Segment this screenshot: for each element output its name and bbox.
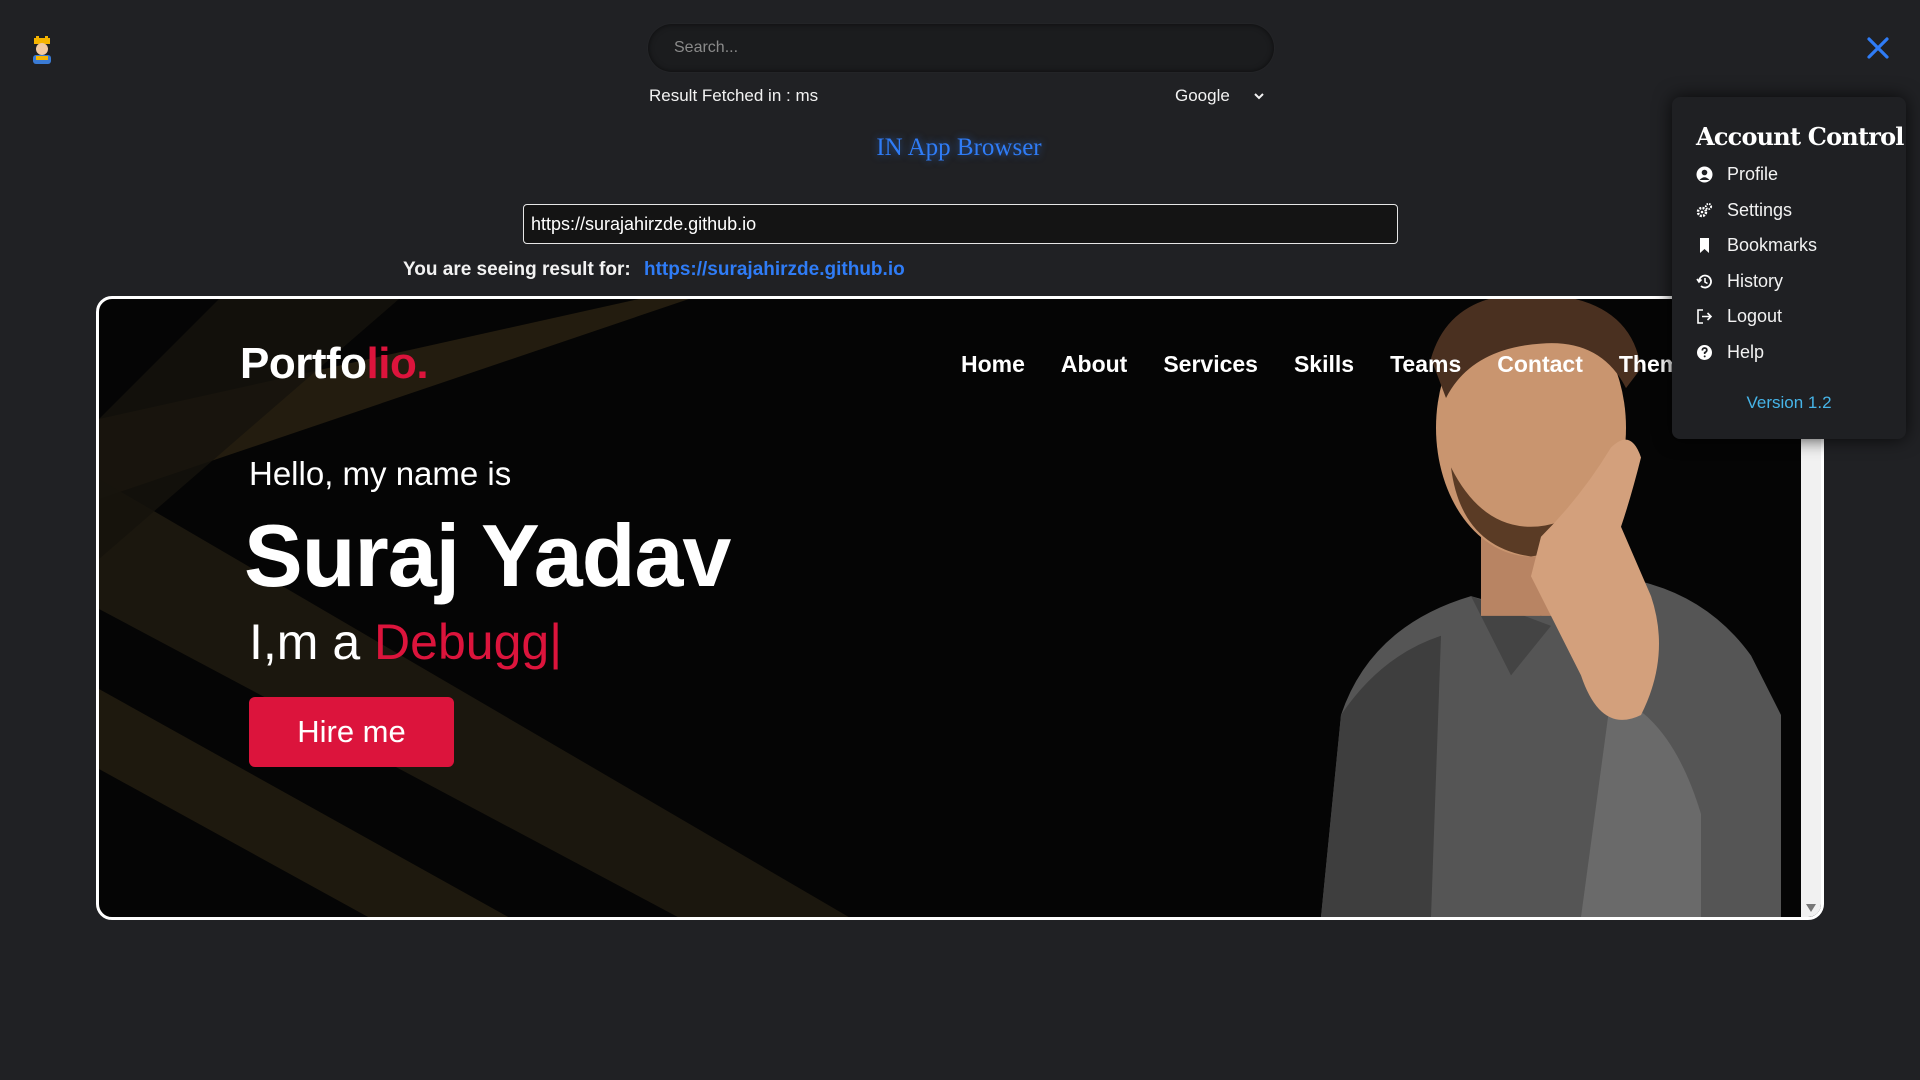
site-nav-services[interactable]: Services bbox=[1163, 351, 1258, 378]
site-logo[interactable]: Portfolio. bbox=[240, 339, 429, 389]
hero-greeting: Hello, my name is bbox=[249, 455, 512, 492]
avatar-icon bbox=[33, 36, 51, 64]
hire-me-button[interactable]: Hire me bbox=[249, 697, 454, 767]
url-input[interactable] bbox=[523, 204, 1398, 244]
search-input[interactable] bbox=[648, 24, 1274, 72]
search-engine-value: Google bbox=[1175, 86, 1230, 105]
menu-item-label: Settings bbox=[1727, 199, 1793, 220]
logout-icon bbox=[1697, 309, 1713, 325]
hero-role-prefix: I,m a bbox=[249, 614, 375, 670]
fetch-time-label: Result Fetched in : ms bbox=[649, 86, 819, 105]
site-nav-contact[interactable]: Contact bbox=[1497, 351, 1583, 378]
result-url-link[interactable]: https://surajahirzde.github.io bbox=[644, 259, 905, 280]
app-title: IN App Browser bbox=[876, 134, 1042, 161]
menu-item-label: Profile bbox=[1727, 164, 1779, 185]
account-title: Account Control bbox=[1696, 122, 1904, 151]
scroll-down-icon[interactable] bbox=[1805, 903, 1817, 913]
menu-item-bookmarks[interactable]: Bookmarks bbox=[1696, 228, 1906, 264]
history-icon bbox=[1696, 274, 1712, 289]
menu-item-settings[interactable]: Settings bbox=[1696, 193, 1906, 229]
close-button[interactable] bbox=[1864, 34, 1892, 62]
result-prefix: You are seeing result for: bbox=[403, 259, 631, 280]
site-nav-about[interactable]: About bbox=[1061, 351, 1127, 378]
gears-icon bbox=[1696, 202, 1713, 217]
close-icon bbox=[1867, 37, 1889, 59]
logo-accent: lio. bbox=[366, 339, 429, 388]
embedded-site-frame[interactable]: Portfolio. Home About Services Skills Te… bbox=[96, 296, 1824, 920]
site-nav-teams[interactable]: Teams bbox=[1390, 351, 1461, 378]
menu-item-history[interactable]: History bbox=[1696, 264, 1906, 300]
menu-item-help[interactable]: Help bbox=[1696, 335, 1906, 371]
avatar[interactable] bbox=[28, 36, 56, 66]
menu-item-profile[interactable]: Profile bbox=[1696, 157, 1906, 193]
bookmark-icon bbox=[1700, 238, 1709, 254]
menu-item-label: Help bbox=[1727, 341, 1765, 362]
menu-item-label: Bookmarks bbox=[1727, 235, 1818, 256]
menu-item-label: History bbox=[1727, 270, 1784, 291]
hero-name: Suraj Yadav bbox=[244, 506, 731, 605]
site-nav-skills[interactable]: Skills bbox=[1294, 351, 1354, 378]
site-nav-home[interactable]: Home bbox=[961, 351, 1025, 378]
logo-main: Portfo bbox=[240, 339, 367, 388]
hero-role-typed: Debugg| bbox=[374, 614, 563, 670]
search-engine-select[interactable]: Google bbox=[1175, 86, 1266, 106]
menu-item-logout[interactable]: Logout bbox=[1696, 299, 1906, 335]
chevron-down-icon bbox=[1254, 93, 1264, 100]
menu-item-label: Logout bbox=[1727, 306, 1783, 327]
version-label: Version 1.2 bbox=[1746, 393, 1832, 412]
site-nav: Home About Services Skills Teams Contact… bbox=[961, 351, 1693, 378]
account-control-panel: Account Control Profile Settings Bookmar… bbox=[1672, 97, 1906, 439]
user-circle-icon bbox=[1696, 166, 1713, 183]
hero-role: I,m a Debugg| bbox=[249, 613, 562, 671]
help-icon bbox=[1697, 344, 1712, 360]
result-line: You are seeing result for: https://suraj… bbox=[403, 259, 905, 281]
